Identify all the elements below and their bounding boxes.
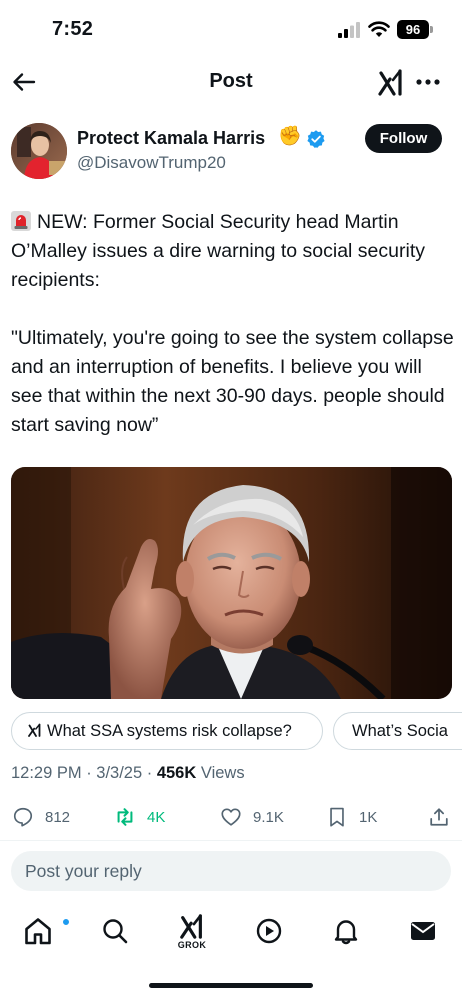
- grok-icon[interactable]: [378, 68, 404, 96]
- post-text: NEW: Former Social Security head Martin …: [11, 208, 455, 440]
- post-paragraph-1-text: NEW: Former Social Security head Martin …: [11, 211, 425, 291]
- signal-icon: [338, 22, 360, 38]
- reply-count: 812: [45, 808, 71, 826]
- grok-suggestion-chip[interactable]: What SSA systems risk collapse?: [11, 712, 323, 750]
- share-icon: [430, 808, 448, 826]
- share-button[interactable]: [428, 804, 461, 830]
- bookmark-icon: [330, 807, 344, 827]
- post-actions: 812 4K 9.1K 1K: [0, 800, 462, 834]
- views-label: Views: [196, 764, 245, 782]
- post-timestamp: 12:29 PM · 3/3/25 ·: [11, 764, 157, 782]
- repost-icon: [117, 808, 133, 826]
- home-icon: [25, 918, 51, 945]
- nav-messages[interactable]: [403, 911, 443, 951]
- verified-badge-icon: [307, 130, 325, 148]
- grok-suggestion-chip[interactable]: What’s Socia: [333, 712, 462, 750]
- author-handle[interactable]: @DisavowTrump20: [77, 153, 226, 173]
- heart-icon: [221, 808, 241, 826]
- bottom-nav: GROK: [0, 905, 462, 965]
- reply-input[interactable]: [11, 851, 451, 891]
- siren-icon: [11, 211, 31, 231]
- bookmark-button[interactable]: 1K: [326, 804, 377, 830]
- post-image[interactable]: [11, 467, 452, 699]
- reply-composer: [11, 851, 451, 891]
- battery-icon: 96: [397, 20, 429, 39]
- nav-search[interactable]: [95, 911, 135, 951]
- reply-icon: [13, 807, 33, 827]
- post-paragraph-1: NEW: Former Social Security head Martin …: [11, 208, 455, 295]
- nav-notifications[interactable]: [326, 911, 366, 951]
- wifi-icon: [368, 21, 390, 37]
- like-button[interactable]: 9.1K: [220, 804, 284, 830]
- battery-cap: [430, 26, 433, 33]
- grok-label: GROK: [177, 939, 207, 950]
- messages-icon: [411, 922, 435, 940]
- grok-suggestion-label: What’s Socia: [352, 722, 448, 740]
- author-name[interactable]: Protect Kamala Harris: [77, 128, 265, 149]
- home-indicator: [149, 983, 313, 988]
- reply-button[interactable]: 812: [12, 804, 70, 830]
- bookmark-count: 1K: [359, 808, 378, 826]
- search-icon: [103, 919, 128, 944]
- notifications-icon: [334, 920, 358, 945]
- notification-dot: [62, 918, 70, 926]
- grok-icon: [180, 913, 202, 939]
- status-bar: 7:52 96: [0, 0, 462, 56]
- repost-count: 4K: [147, 808, 166, 826]
- post-header: Post: [0, 58, 462, 106]
- like-count: 9.1K: [253, 808, 284, 826]
- nav-grok[interactable]: GROK: [172, 911, 212, 951]
- nav-video[interactable]: [249, 911, 289, 951]
- grok-suggestions: What SSA systems risk collapse? What’s S…: [11, 712, 462, 750]
- nav-home[interactable]: [18, 911, 70, 951]
- views-count[interactable]: 456K: [157, 764, 196, 782]
- repost-button[interactable]: 4K: [114, 804, 165, 830]
- post-meta: 12:29 PM · 3/3/25 · 456K Views: [11, 764, 245, 783]
- grok-suggestion-label: What SSA systems risk collapse?: [47, 722, 292, 740]
- grok-icon: [28, 723, 41, 737]
- divider: [0, 840, 462, 841]
- avatar[interactable]: [11, 123, 67, 179]
- status-time: 7:52: [52, 18, 94, 40]
- video-icon: [256, 918, 282, 944]
- follow-button[interactable]: Follow: [365, 124, 442, 153]
- fist-emoji: ✊: [278, 126, 302, 147]
- more-icon[interactable]: [414, 72, 442, 92]
- post-paragraph-2: "Ultimately, you're going to see the sys…: [11, 327, 454, 436]
